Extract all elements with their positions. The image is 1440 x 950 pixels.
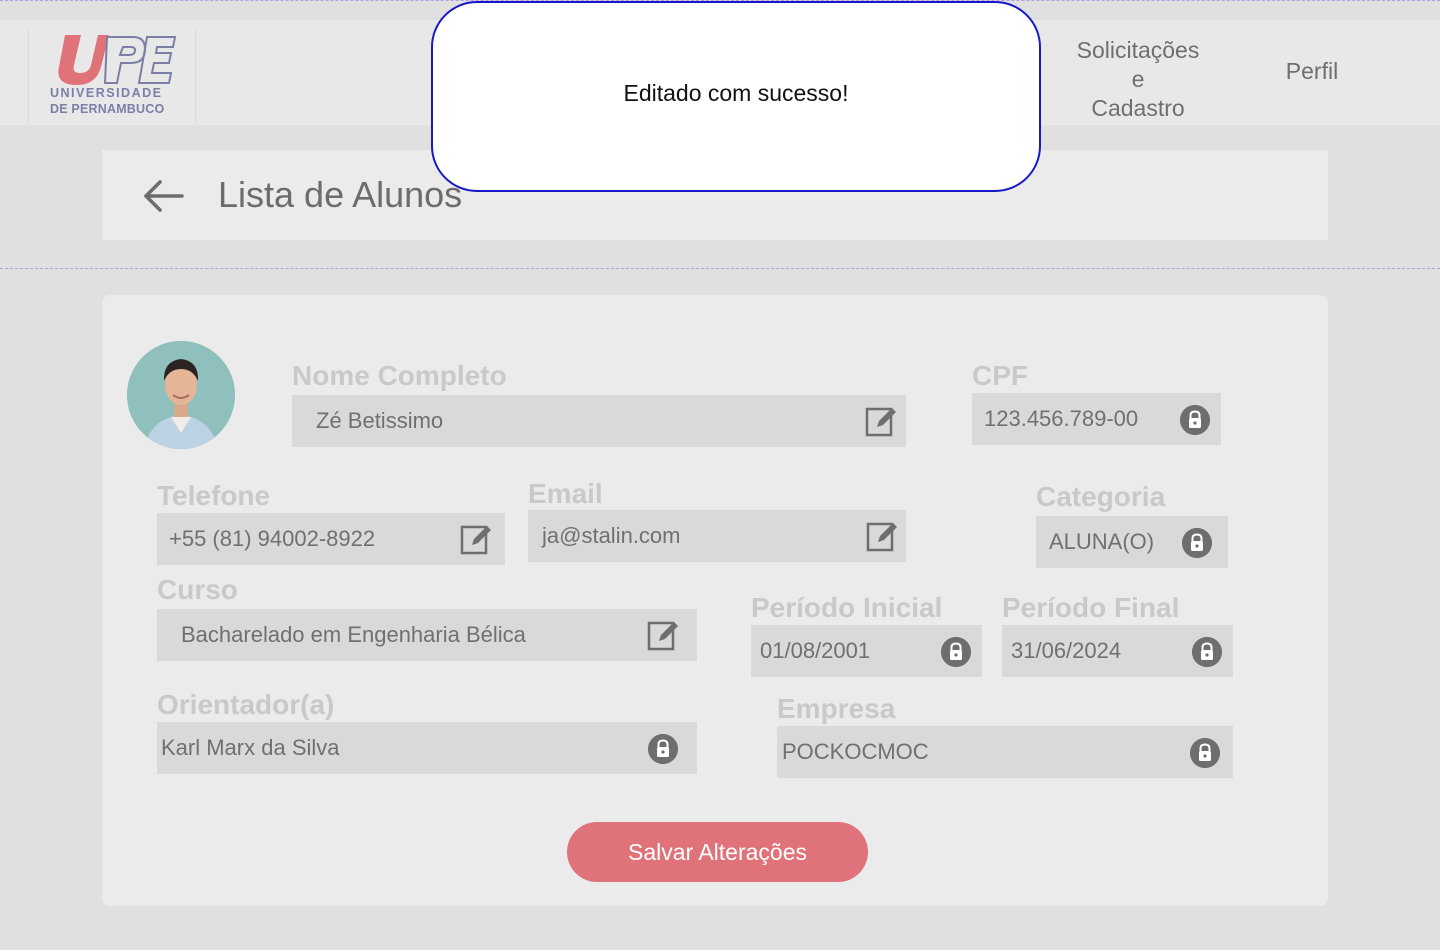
avatar-photo (127, 341, 235, 449)
upe-logo-mark (58, 35, 177, 85)
periodo-final-field: 31/06/2024 (1002, 625, 1233, 677)
periodo-inicial-label: Período Inicial (751, 592, 943, 623)
edit-icon[interactable] (647, 619, 679, 651)
email-value: ja@stalin.com (542, 523, 681, 548)
lock-icon (1182, 528, 1212, 558)
periodo-inicial-value: 01/08/2001 (760, 638, 871, 663)
lock-icon (1180, 405, 1210, 435)
cpf-label: CPF (972, 360, 1028, 391)
lock-icon (648, 734, 678, 764)
arrow-left-icon[interactable] (140, 176, 186, 216)
periodo-final-label: Período Final (1002, 592, 1180, 623)
nome-field[interactable]: Zé Betissimo (292, 395, 906, 447)
guide-line-middle (0, 268, 1440, 269)
orientador-label: Orientador(a) (157, 689, 335, 720)
edit-icon[interactable] (865, 405, 897, 437)
categoria-label: Categoria (1036, 481, 1166, 512)
empresa-value: POCKOCMOC (782, 739, 929, 764)
nav-solicitacoes-cadastro[interactable]: Solicitações e Cadastro (1058, 36, 1218, 123)
nav-solicitacoes-line3: Cadastro (1091, 95, 1185, 121)
page-title: Lista de Alunos (218, 174, 463, 215)
email-field[interactable]: ja@stalin.com (528, 510, 906, 562)
nav-solicitacoes-line1: Solicitações (1076, 37, 1200, 63)
cpf-value: 123.456.789-00 (984, 406, 1139, 431)
student-avatar[interactable] (127, 341, 235, 449)
lock-icon (941, 637, 971, 667)
nome-value: Zé Betissimo (316, 408, 444, 433)
cpf-field: 123.456.789-00 (972, 393, 1221, 445)
save-changes-button[interactable]: Salvar Alterações (567, 822, 868, 882)
curso-label: Curso (157, 574, 238, 605)
curso-field[interactable]: Bacharelado em Engenharia Bélica (157, 609, 697, 661)
telefone-field[interactable]: +55 (81) 94002-8922 (157, 513, 505, 565)
orientador-value: Karl Marx da Silva (161, 735, 340, 760)
periodo-inicial-field: 01/08/2001 (751, 625, 982, 677)
categoria-value: ALUNA(O) (1049, 529, 1155, 554)
telefone-label: Telefone (157, 480, 271, 511)
periodo-final-value: 31/06/2024 (1011, 638, 1122, 663)
logo-text-pernambuco: DE PERNAMBUCO (50, 102, 165, 116)
toast-message: Editado com sucesso! (623, 80, 849, 106)
curso-value: Bacharelado em Engenharia Bélica (181, 622, 526, 647)
categoria-field: ALUNA(O) (1036, 516, 1228, 568)
success-toast: Editado com sucesso! (431, 1, 1041, 192)
empresa-field: POCKOCMOC (777, 726, 1233, 778)
edit-icon[interactable] (866, 520, 898, 552)
nome-label: Nome Completo (292, 360, 507, 391)
telefone-value: +55 (81) 94002-8922 (169, 526, 376, 551)
edit-icon[interactable] (460, 523, 492, 555)
lock-icon (1192, 637, 1222, 667)
orientador-field: Karl Marx da Silva (157, 722, 697, 774)
empresa-label: Empresa (777, 693, 896, 724)
nav-perfil[interactable]: Perfil (1262, 58, 1362, 85)
email-label: Email (528, 478, 603, 509)
nav-solicitacoes-line2: e (1131, 66, 1145, 92)
lock-icon (1190, 738, 1220, 768)
logo-text-universidade: UNIVERSIDADE (50, 86, 163, 100)
upe-logo[interactable]: UNIVERSIDADE DE PERNAMBUCO (28, 28, 196, 125)
